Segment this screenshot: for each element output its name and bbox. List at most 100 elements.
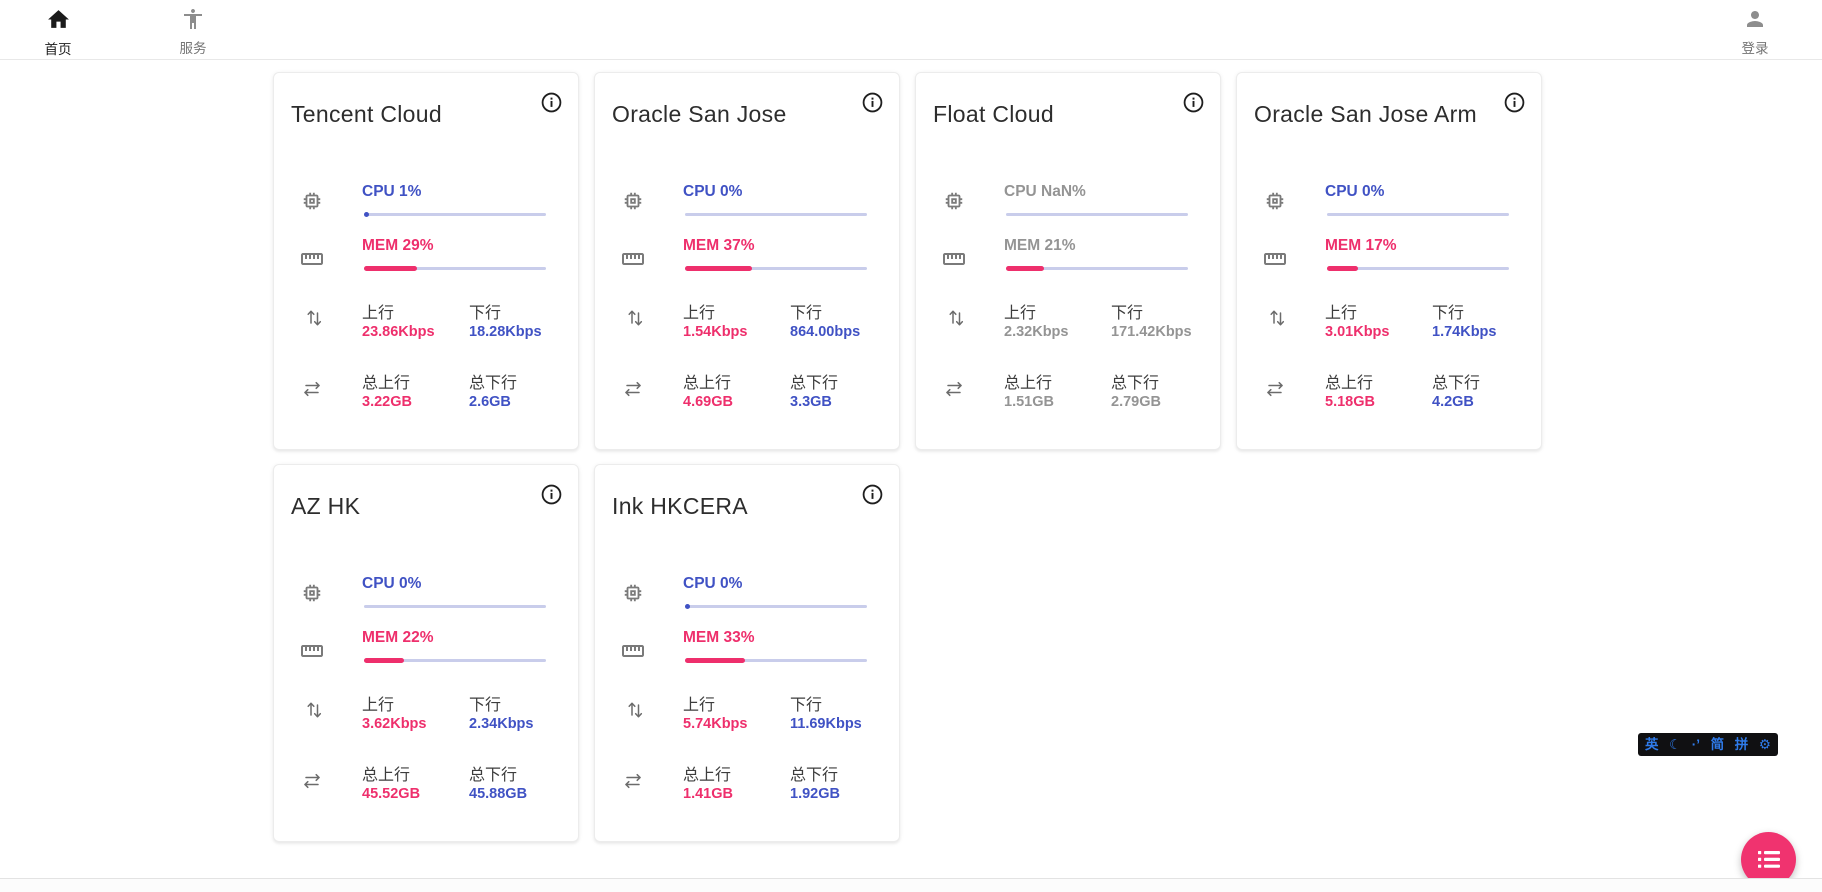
gear-icon[interactable]: ⚙	[1759, 733, 1771, 756]
upload-label: 上行	[1004, 299, 1036, 323]
download-label: 下行	[1111, 299, 1143, 323]
nav-item-home[interactable]: 首页	[23, 7, 93, 58]
total-upload-label: 总上行	[683, 761, 731, 785]
footer-divider	[0, 878, 1822, 892]
server-name: Oracle San Jose Arm	[1254, 101, 1477, 128]
download-value: 1.74Kbps	[1432, 324, 1496, 340]
mem-label: MEM 21%	[1004, 237, 1076, 255]
download-value: 11.69Kbps	[790, 716, 862, 732]
cpu-bar	[1006, 213, 1188, 216]
updown-arrows-icon	[947, 307, 966, 328]
mem-bar	[364, 267, 546, 270]
mem-bar-fill	[364, 658, 404, 663]
server-card: Oracle San Jose Arm CPU 0% MEM 17%	[1236, 72, 1542, 450]
upload-value: 2.32Kbps	[1004, 324, 1068, 340]
download-label: 下行	[469, 299, 501, 323]
mem-label: MEM 22%	[362, 629, 434, 647]
cpu-chip-icon	[943, 190, 965, 212]
upload-value: 3.62Kbps	[362, 716, 426, 732]
total-download-label: 总下行	[1111, 369, 1159, 393]
info-icon	[861, 483, 884, 506]
total-upload-label: 总上行	[1325, 369, 1373, 393]
cpu-label: CPU 0%	[362, 575, 421, 593]
person-icon	[1743, 7, 1767, 31]
nav-item-login[interactable]: 登录	[1720, 7, 1790, 57]
swap-arrows-icon	[301, 379, 323, 399]
cpu-label: CPU 0%	[1325, 183, 1384, 201]
ime-lang-indicator[interactable]: 英	[1645, 733, 1659, 756]
server-name: Tencent Cloud	[291, 101, 442, 128]
mem-bar-fill	[685, 658, 745, 663]
nav-login-label: 登录	[1720, 37, 1790, 57]
info-icon	[540, 91, 563, 114]
total-download-label: 总下行	[469, 761, 517, 785]
download-value: 2.34Kbps	[469, 716, 533, 732]
mem-bar	[685, 659, 867, 662]
total-download-value: 2.79GB	[1111, 394, 1161, 410]
mem-label: MEM 33%	[683, 629, 755, 647]
info-button[interactable]	[859, 483, 885, 509]
total-upload-value: 3.22GB	[362, 394, 412, 410]
ime-status-bar[interactable]: 英 ☾ ·’ 简 拼 ⚙	[1638, 733, 1778, 756]
upload-label: 上行	[683, 691, 715, 715]
server-name: Oracle San Jose	[612, 101, 787, 128]
total-download-value: 2.6GB	[469, 394, 511, 410]
upload-label: 上行	[1325, 299, 1357, 323]
info-icon	[1182, 91, 1205, 114]
upload-label: 上行	[683, 299, 715, 323]
cpu-bar	[364, 605, 546, 608]
download-label: 下行	[1432, 299, 1464, 323]
updown-arrows-icon	[305, 699, 324, 720]
total-upload-value: 4.69GB	[683, 394, 733, 410]
cpu-bar-fill	[364, 212, 369, 217]
download-label: 下行	[469, 691, 501, 715]
nav-home-label: 首页	[23, 38, 93, 58]
server-card: Oracle San Jose CPU 0% MEM 37%	[594, 72, 900, 450]
upload-value: 5.74Kbps	[683, 716, 747, 732]
info-button[interactable]	[538, 483, 564, 509]
server-name: AZ HK	[291, 493, 360, 520]
info-button[interactable]	[859, 91, 885, 117]
upload-value: 23.86Kbps	[362, 324, 435, 340]
cpu-bar	[364, 213, 546, 216]
mem-bar	[1327, 267, 1509, 270]
updown-arrows-icon	[626, 699, 645, 720]
updown-arrows-icon	[305, 307, 324, 328]
download-value: 18.28Kbps	[469, 324, 542, 340]
ruler-icon	[300, 247, 324, 271]
upload-value: 3.01Kbps	[1325, 324, 1389, 340]
ruler-icon	[621, 247, 645, 271]
ime-pinyin-indicator[interactable]: 拼	[1735, 733, 1749, 756]
total-upload-value: 1.41GB	[683, 786, 733, 802]
info-icon	[1503, 91, 1526, 114]
upload-label: 上行	[362, 299, 394, 323]
ime-simplified-indicator[interactable]: 简	[1711, 733, 1725, 756]
nav-services-label: 服务	[158, 37, 228, 57]
nav-item-services[interactable]: 服务	[158, 7, 228, 57]
accessibility-icon	[181, 7, 205, 31]
ruler-icon	[1263, 247, 1287, 271]
info-button[interactable]	[1501, 91, 1527, 117]
cpu-bar	[1327, 213, 1509, 216]
total-upload-label: 总上行	[683, 369, 731, 393]
cpu-chip-icon	[622, 190, 644, 212]
swap-arrows-icon	[943, 379, 965, 399]
mem-bar	[1006, 267, 1188, 270]
cpu-bar	[685, 213, 867, 216]
mem-bar-fill	[364, 266, 417, 271]
swap-arrows-icon	[622, 771, 644, 791]
mem-bar	[685, 267, 867, 270]
server-card: AZ HK CPU 0% MEM 22% 上行	[273, 464, 579, 842]
download-value: 171.42Kbps	[1111, 324, 1192, 340]
total-download-value: 3.3GB	[790, 394, 832, 410]
home-icon	[46, 7, 71, 32]
server-cards-grid: Tencent Cloud CPU 1% MEM 29%	[273, 72, 1542, 842]
cpu-label: CPU 1%	[362, 183, 421, 201]
moon-icon[interactable]: ☾	[1669, 733, 1681, 756]
ruler-icon	[300, 639, 324, 663]
mem-bar-fill	[685, 266, 752, 271]
ime-punctuation-indicator[interactable]: ·’	[1692, 733, 1700, 756]
info-button[interactable]	[1180, 91, 1206, 117]
download-value: 864.00bps	[790, 324, 860, 340]
info-button[interactable]	[538, 91, 564, 117]
